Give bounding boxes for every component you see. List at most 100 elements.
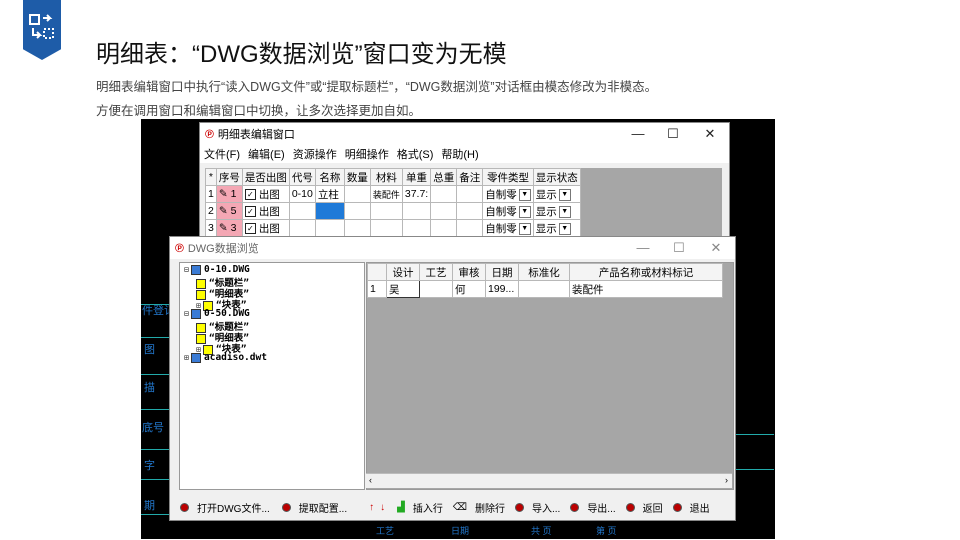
- col-header[interactable]: 标准化: [518, 263, 570, 281]
- total-cell[interactable]: [430, 202, 458, 220]
- tree-node[interactable]: ⊟ 0-50.DWG: [184, 308, 250, 319]
- cell[interactable]: 装配件: [569, 280, 723, 298]
- col-header[interactable]: 名称: [314, 168, 345, 186]
- col-header[interactable]: 数量: [343, 168, 371, 186]
- row-index[interactable]: 1: [205, 185, 217, 203]
- menu-edit[interactable]: 编辑(E): [248, 146, 285, 162]
- minimize-icon[interactable]: —: [628, 237, 658, 259]
- weight-cell[interactable]: [401, 202, 432, 220]
- total-cell[interactable]: [430, 185, 458, 203]
- seq-cell[interactable]: ✎ 5: [215, 202, 243, 220]
- out-cell[interactable]: ✓ 出图: [241, 219, 290, 237]
- menu-help[interactable]: 帮助(H): [441, 146, 478, 162]
- chevron-down-icon[interactable]: ▼: [518, 188, 531, 201]
- type-cell[interactable]: 自制零 ▼: [482, 202, 534, 220]
- col-header[interactable]: 代号: [288, 168, 316, 186]
- checkbox-icon[interactable]: ✓: [244, 189, 256, 201]
- show-cell[interactable]: 显示 ▼: [532, 185, 581, 203]
- title-block-table[interactable]: 设计 工艺 审核 日期 标准化 产品名称或材料标记 1 吴 何 199... 装…: [367, 263, 723, 298]
- menu-file[interactable]: 文件(F): [204, 146, 240, 162]
- col-header[interactable]: 工艺: [419, 263, 453, 281]
- qty-cell[interactable]: [343, 202, 371, 220]
- title-bar[interactable]: ℗ DWG数据浏览 — ☐ ✕: [170, 237, 735, 259]
- col-header[interactable]: 是否出图: [241, 168, 290, 186]
- table-row[interactable]: 1 ✎ 1 ✓ 出图 0-10 立柱 装配件 37.7: 自制零 ▼ 显示 ▼: [205, 185, 581, 203]
- maximize-icon[interactable]: ☐: [658, 123, 688, 145]
- detail-table[interactable]: * 序号 是否出图 代号 名称 数量 材料 单重 总重 备注 零件类型 显示状态…: [205, 168, 581, 237]
- open-dwg-button[interactable]: 打开DWG文件...: [180, 500, 270, 515]
- material-cell[interactable]: [369, 202, 403, 220]
- scroll-right-icon[interactable]: ›: [725, 475, 728, 485]
- material-cell[interactable]: 装配件: [369, 185, 403, 203]
- total-cell[interactable]: [430, 219, 458, 237]
- import-button[interactable]: 导入...: [514, 500, 560, 515]
- exit-button[interactable]: 退出: [672, 500, 710, 515]
- tree-node[interactable]: ⊟ 0-10.DWG: [184, 264, 250, 275]
- minimize-icon[interactable]: —: [623, 123, 653, 145]
- move-up-icon[interactable]: ↑: [369, 502, 374, 513]
- chevron-down-icon[interactable]: ▼: [558, 188, 571, 201]
- cell[interactable]: [518, 280, 570, 298]
- checkbox-icon[interactable]: ✓: [244, 206, 256, 218]
- export-button[interactable]: 导出...: [570, 500, 616, 515]
- horizontal-scrollbar[interactable]: ‹ ›: [366, 473, 732, 488]
- type-cell[interactable]: 自制零 ▼: [482, 185, 534, 203]
- weight-cell[interactable]: [401, 219, 432, 237]
- table-row[interactable]: 2 ✎ 5 ✓ 出图 自制零 ▼ 显示 ▼: [205, 202, 581, 220]
- material-cell[interactable]: [369, 219, 403, 237]
- qty-cell[interactable]: [343, 219, 371, 237]
- col-header[interactable]: 序号: [215, 168, 243, 186]
- note-cell[interactable]: [456, 219, 484, 237]
- out-cell[interactable]: ✓ 出图: [241, 202, 290, 220]
- col-header[interactable]: 审核: [452, 263, 486, 281]
- code-cell[interactable]: [288, 219, 316, 237]
- file-tree[interactable]: ⊟ 0-10.DWG “标题栏” “明细表” ⊞ “块表” ⊟ 0-50.DWG “标…: [179, 262, 365, 490]
- note-cell[interactable]: [456, 202, 484, 220]
- code-cell[interactable]: [288, 202, 316, 220]
- cell[interactable]: 199...: [485, 280, 519, 298]
- cell[interactable]: 吴: [386, 280, 420, 298]
- col-header[interactable]: [367, 263, 387, 281]
- menu-format[interactable]: 格式(S): [397, 146, 434, 162]
- scroll-left-icon[interactable]: ‹: [369, 475, 372, 485]
- col-header[interactable]: 总重: [430, 168, 458, 186]
- detail-table-editor-window[interactable]: ℗ 明细表编辑窗口 — ☐ ✕ 文件(F) 编辑(E) 资源操作 明细操作 格式…: [199, 122, 730, 244]
- table-row[interactable]: 3 ✎ 3 ✓ 出图 自制零 ▼ 显示 ▼: [205, 219, 581, 237]
- type-cell[interactable]: 自制零 ▼: [482, 219, 534, 237]
- col-header[interactable]: 显示状态: [532, 168, 581, 186]
- note-cell[interactable]: [456, 185, 484, 203]
- qty-cell[interactable]: [343, 185, 371, 203]
- name-cell[interactable]: [314, 202, 345, 220]
- row-index[interactable]: 2: [205, 202, 217, 220]
- col-header[interactable]: 单重: [401, 168, 432, 186]
- menu-detail[interactable]: 明细操作: [345, 146, 389, 162]
- weight-cell[interactable]: 37.7:: [401, 185, 432, 203]
- name-cell[interactable]: 立柱: [314, 185, 345, 203]
- out-cell[interactable]: ✓ 出图: [241, 185, 290, 203]
- title-block-grid[interactable]: 设计 工艺 审核 日期 标准化 产品名称或材料标记 1 吴 何 199... 装…: [366, 262, 734, 490]
- cell[interactable]: 何: [452, 280, 486, 298]
- show-cell[interactable]: 显示 ▼: [532, 219, 581, 237]
- checkbox-icon[interactable]: ✓: [244, 223, 256, 235]
- col-header[interactable]: 备注: [456, 168, 484, 186]
- row-index[interactable]: 1: [367, 280, 387, 298]
- chevron-down-icon[interactable]: ▼: [558, 222, 571, 235]
- col-header[interactable]: 材料: [369, 168, 403, 186]
- table-row[interactable]: 1 吴 何 199... 装配件: [367, 280, 723, 298]
- seq-cell[interactable]: ✎ 1: [215, 185, 243, 203]
- insert-row-button[interactable]: ▟ 插入行: [397, 500, 443, 515]
- chevron-down-icon[interactable]: ▼: [518, 222, 531, 235]
- close-icon[interactable]: ✕: [701, 237, 731, 259]
- col-header[interactable]: 产品名称或材料标记: [569, 263, 723, 281]
- close-icon[interactable]: ✕: [695, 123, 725, 145]
- menu-resource[interactable]: 资源操作: [293, 146, 337, 162]
- name-cell[interactable]: [314, 219, 345, 237]
- show-cell[interactable]: 显示 ▼: [532, 202, 581, 220]
- dwg-browser-window[interactable]: ℗ DWG数据浏览 — ☐ ✕ ⊟ 0-10.DWG “标题栏” “明细表” ⊞ “…: [169, 236, 736, 521]
- row-index[interactable]: 3: [205, 219, 217, 237]
- col-header[interactable]: 零件类型: [482, 168, 534, 186]
- delete-row-button[interactable]: ⌫ 删除行: [453, 500, 505, 515]
- move-down-icon[interactable]: ↓: [380, 502, 385, 513]
- code-cell[interactable]: 0-10: [288, 185, 316, 203]
- col-header[interactable]: *: [205, 168, 217, 186]
